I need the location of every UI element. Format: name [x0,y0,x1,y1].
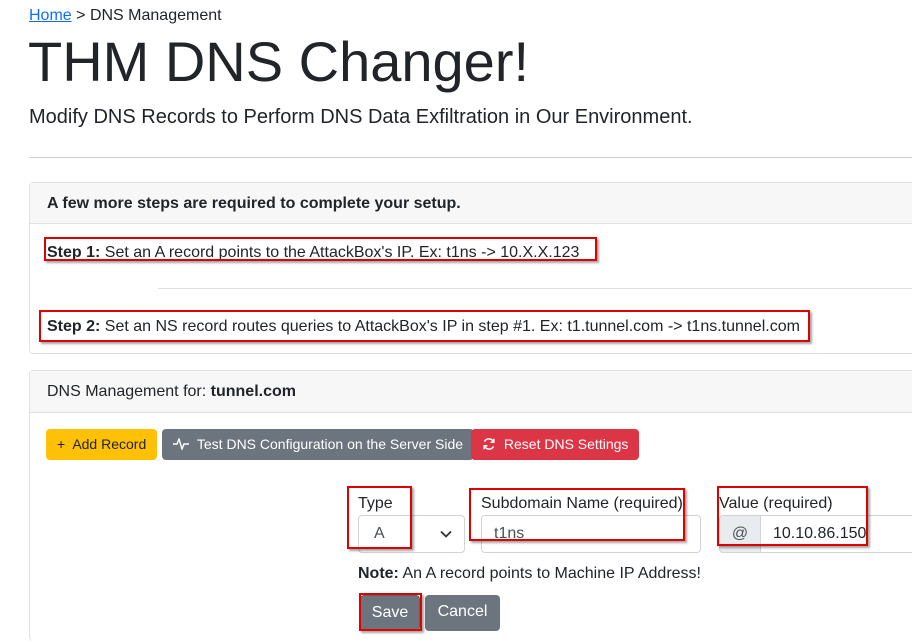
plus-icon: + [57,436,66,452]
type-select[interactable]: A [358,515,465,553]
dns-management-card: DNS Management for: tunnel.com + Add Rec… [29,370,912,641]
note-label: Note: [358,565,399,582]
value-label: Value (required) [719,495,833,512]
dns-card-header: DNS Management for: tunnel.com [30,371,912,413]
cancel-button[interactable]: Cancel [425,595,500,631]
page-title: THM DNS Changer! [28,30,530,93]
reset-dns-label: Reset DNS Settings [503,436,629,452]
step-2: Step 2: Set an NS record routes queries … [47,318,800,336]
setup-card-header: A few more steps are required to complet… [30,183,912,224]
refresh-icon [482,436,500,452]
page-lead: Modify DNS Records to Perform DNS Data E… [29,106,693,128]
record-note: Note: An A record points to Machine IP A… [358,565,701,583]
reset-dns-button[interactable]: Reset DNS Settings [471,429,640,460]
test-dns-label: Test DNS Configuration on the Server Sid… [196,436,464,452]
setup-card: A few more steps are required to complet… [29,182,912,354]
subdomain-input[interactable]: t1ns [481,515,701,553]
step-2-label: Step 2: [47,318,101,335]
divider [29,157,912,158]
dns-domain: tunnel.com [210,383,296,400]
breadcrumb: Home > DNS Management [29,7,222,25]
type-select-value: A [374,525,385,542]
step-divider [158,288,912,289]
dns-header-prefix: DNS Management for: [47,383,207,400]
subdomain-label: Subdomain Name (required) [481,495,683,512]
save-button[interactable]: Save [360,595,420,631]
step-2-text: Set an NS record routes queries to Attac… [104,318,800,335]
type-label: Type [358,495,393,512]
step-1-label: Step 1: [47,244,101,261]
chevron-down-icon [440,516,452,552]
pulse-icon [173,436,193,452]
add-record-button[interactable]: + Add Record [46,429,158,460]
test-dns-button[interactable]: Test DNS Configuration on the Server Sid… [162,429,475,460]
breadcrumb-current: DNS Management [89,7,222,24]
note-text: An A record points to Machine IP Address… [402,565,701,582]
breadcrumb-separator: > [76,7,86,24]
step-1-text: Set an A record points to the AttackBox'… [104,244,580,261]
value-input[interactable]: 10.10.86.150 [760,515,912,553]
breadcrumb-home-link[interactable]: Home [29,7,72,24]
step-1: Step 1: Set an A record points to the At… [47,244,579,262]
value-prefix-addon: @ [719,515,761,553]
add-record-label: Add Record [72,436,147,452]
